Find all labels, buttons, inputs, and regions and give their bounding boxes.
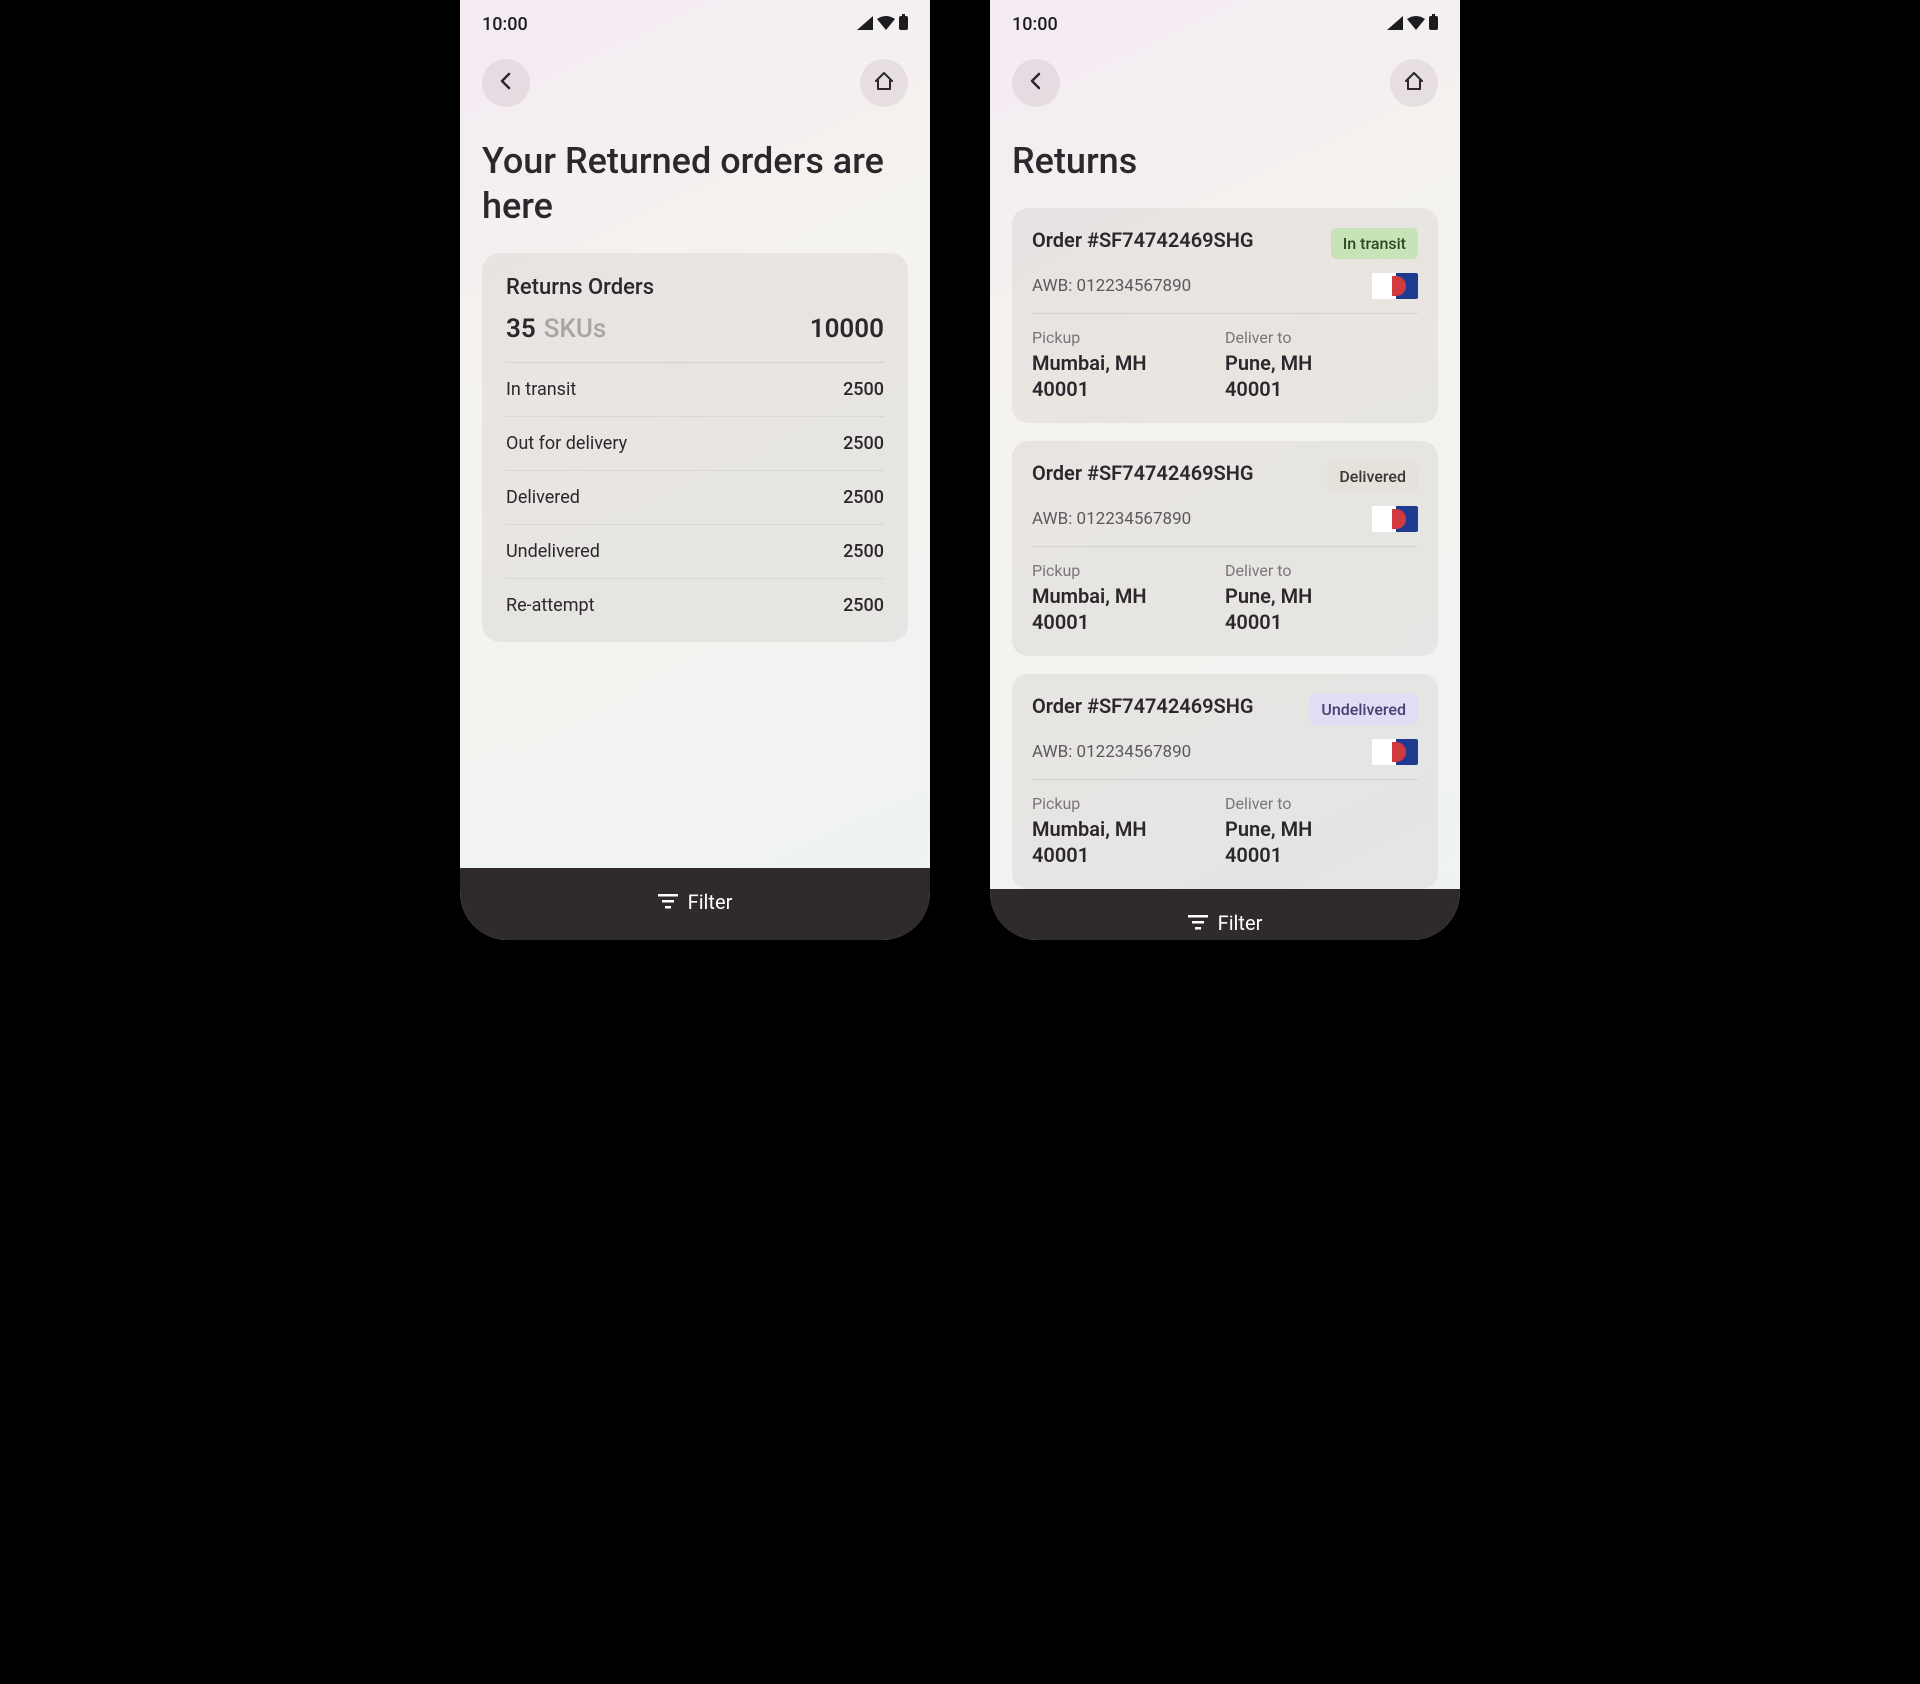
status-label: Undelivered [506, 541, 600, 562]
total-value: 10000 [810, 314, 884, 344]
carrier-logo-icon [1372, 506, 1418, 532]
status-icons [857, 14, 908, 35]
nav-bar [990, 35, 1460, 117]
pickup-city: Mumbai, MH [1032, 817, 1225, 841]
awb-number: AWB: 012234567890 [1032, 509, 1191, 529]
status-label: In transit [506, 379, 576, 400]
status-row-undelivered[interactable]: Undelivered 2500 [506, 525, 884, 579]
pickup-location: Pickup Mumbai, MH 40001 [1032, 794, 1225, 867]
status-bar: 10:00 [990, 0, 1460, 35]
phone-screen-returns-list: 10:00 Returns Order #SF74742469SHG In tr… [990, 0, 1460, 940]
carrier-logo-icon [1372, 739, 1418, 765]
wifi-icon [1407, 14, 1425, 35]
status-row-in-transit[interactable]: In transit 2500 [506, 363, 884, 417]
sku-count: 35 [506, 314, 536, 344]
filter-label: Filter [688, 890, 733, 914]
filter-button[interactable]: Filter [990, 889, 1460, 940]
battery-icon [1429, 14, 1438, 35]
pickup-pin: 40001 [1032, 843, 1225, 867]
wifi-icon [877, 14, 895, 35]
awb-number: AWB: 012234567890 [1032, 276, 1191, 296]
order-id: Order #SF74742469SHG [1032, 694, 1254, 718]
status-label: Out for delivery [506, 433, 627, 454]
filter-label: Filter [1218, 911, 1263, 935]
pickup-label: Pickup [1032, 561, 1225, 580]
status-value: 2500 [843, 379, 884, 400]
pickup-location: Pickup Mumbai, MH 40001 [1032, 328, 1225, 401]
deliver-label: Deliver to [1225, 328, 1418, 347]
filter-icon [658, 890, 678, 914]
home-icon [1403, 70, 1425, 96]
summary-total-row: 35 SKUs 10000 [506, 314, 884, 363]
returns-summary-card: Returns Orders 35 SKUs 10000 In transit … [482, 253, 908, 642]
deliver-location: Deliver to Pune, MH 40001 [1225, 794, 1418, 867]
order-card[interactable]: Order #SF74742469SHG Undelivered AWB: 01… [1012, 674, 1438, 889]
carrier-logo-icon [1372, 273, 1418, 299]
status-badge: Undelivered [1309, 694, 1418, 725]
filter-button[interactable]: Filter [460, 868, 930, 940]
status-value: 2500 [843, 487, 884, 508]
deliver-pin: 40001 [1225, 610, 1418, 634]
pickup-label: Pickup [1032, 328, 1225, 347]
chevron-left-icon [496, 71, 516, 95]
back-button[interactable] [482, 59, 530, 107]
pickup-city: Mumbai, MH [1032, 584, 1225, 608]
status-value: 2500 [843, 595, 884, 616]
summary-title: Returns Orders [506, 275, 884, 300]
home-button[interactable] [1390, 59, 1438, 107]
status-badge: Delivered [1327, 461, 1418, 492]
battery-icon [899, 14, 908, 35]
deliver-city: Pune, MH [1225, 817, 1418, 841]
pickup-pin: 40001 [1032, 610, 1225, 634]
status-row-delivered[interactable]: Delivered 2500 [506, 471, 884, 525]
order-id: Order #SF74742469SHG [1032, 228, 1254, 252]
sku-label: SKUs [544, 314, 607, 344]
status-value: 2500 [843, 541, 884, 562]
deliver-location: Deliver to Pune, MH 40001 [1225, 561, 1418, 634]
phone-screen-returns-summary: 10:00 Your Returned orders are here Retu… [460, 0, 930, 940]
filter-icon [1188, 911, 1208, 935]
deliver-pin: 40001 [1225, 377, 1418, 401]
order-card[interactable]: Order #SF74742469SHG In transit AWB: 012… [1012, 208, 1438, 423]
back-button[interactable] [1012, 59, 1060, 107]
deliver-label: Deliver to [1225, 794, 1418, 813]
home-icon [873, 70, 895, 96]
signal-icon [857, 14, 873, 35]
deliver-city: Pune, MH [1225, 584, 1418, 608]
awb-number: AWB: 012234567890 [1032, 742, 1191, 762]
status-bar: 10:00 [460, 0, 930, 35]
status-row-re-attempt[interactable]: Re-attempt 2500 [506, 579, 884, 620]
status-badge: In transit [1331, 228, 1418, 259]
order-card[interactable]: Order #SF74742469SHG Delivered AWB: 0122… [1012, 441, 1438, 656]
home-button[interactable] [860, 59, 908, 107]
pickup-location: Pickup Mumbai, MH 40001 [1032, 561, 1225, 634]
pickup-city: Mumbai, MH [1032, 351, 1225, 375]
signal-icon [1387, 14, 1403, 35]
status-time: 10:00 [1012, 14, 1058, 35]
status-value: 2500 [843, 433, 884, 454]
nav-bar [460, 35, 930, 117]
status-time: 10:00 [482, 14, 528, 35]
status-label: Re-attempt [506, 595, 595, 616]
status-row-out-for-delivery[interactable]: Out for delivery 2500 [506, 417, 884, 471]
order-id: Order #SF74742469SHG [1032, 461, 1254, 485]
page-title: Returns [990, 117, 1460, 208]
page-title: Your Returned orders are here [460, 117, 930, 253]
status-icons [1387, 14, 1438, 35]
deliver-location: Deliver to Pune, MH 40001 [1225, 328, 1418, 401]
pickup-label: Pickup [1032, 794, 1225, 813]
status-label: Delivered [506, 487, 580, 508]
deliver-city: Pune, MH [1225, 351, 1418, 375]
orders-list: Order #SF74742469SHG In transit AWB: 012… [990, 208, 1460, 889]
deliver-pin: 40001 [1225, 843, 1418, 867]
pickup-pin: 40001 [1032, 377, 1225, 401]
deliver-label: Deliver to [1225, 561, 1418, 580]
chevron-left-icon [1026, 71, 1046, 95]
